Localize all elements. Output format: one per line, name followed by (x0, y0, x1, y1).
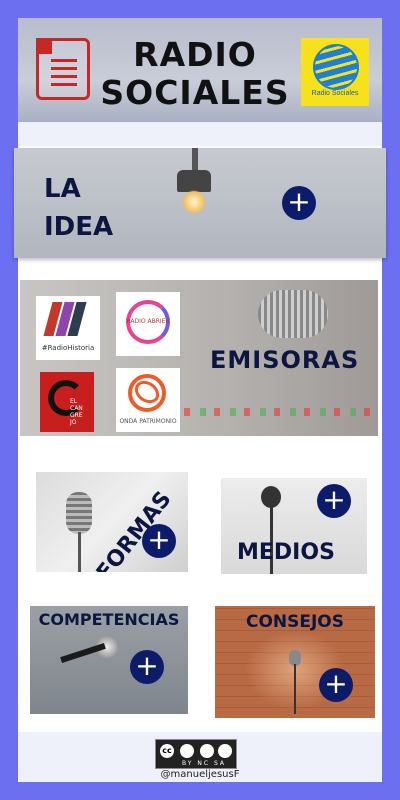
idea-expand-button[interactable]: + (282, 186, 316, 220)
consejos-expand-button[interactable]: + (319, 668, 353, 702)
page-title: RADIO SOCIALES (100, 35, 290, 112)
document-line (51, 83, 77, 86)
nc-icon (200, 744, 214, 758)
microphone-icon (258, 290, 328, 338)
sa-icon (218, 744, 232, 758)
footer: cc BY NC SA @manueljesusF (18, 732, 382, 782)
document-fold (36, 38, 52, 54)
competencias-label: COMPETENCIAS (38, 610, 180, 629)
lamp-cord (192, 148, 198, 172)
header: RADIO SOCIALES Radio Sociales (18, 18, 382, 122)
microphone-stand (78, 532, 81, 572)
document-line (51, 75, 77, 78)
consejos-label: CONSEJOS (245, 612, 345, 632)
vintage-microphone-icon (66, 492, 92, 534)
license-sa: SA (213, 760, 227, 767)
lamp-icon (177, 170, 211, 192)
by-icon (180, 744, 194, 758)
station-name: #RadioHistoria (41, 344, 95, 352)
license-labels: BY NC SA (182, 760, 226, 767)
formas-section[interactable]: FORMAS + (36, 472, 188, 572)
medios-label: MEDIOS (237, 540, 335, 565)
radio-sociales-logo[interactable]: Radio Sociales (301, 38, 369, 106)
station-name: ONDA PATRIMONIO (119, 418, 177, 425)
idea-section[interactable]: LA IDEA + (14, 148, 386, 258)
consejos-section[interactable]: CONSEJOS + (215, 606, 375, 718)
emisoras-section[interactable]: #RadioHistoria RADIO ABRIEB EL CAN GRE J… (20, 280, 378, 436)
document-line (51, 59, 77, 62)
author-handle[interactable]: @manueljesusF (18, 769, 382, 780)
logo-label: Radio Sociales (311, 90, 359, 97)
medios-expand-button[interactable]: + (317, 484, 351, 518)
station-radiohistoria[interactable]: #RadioHistoria (36, 296, 100, 360)
competencias-section[interactable]: COMPETENCIAS + (30, 606, 188, 714)
station-name: RADIO ABRIEB (126, 318, 170, 325)
station-onda-patrimonio[interactable]: ONDA PATRIMONIO (116, 368, 180, 432)
medios-section[interactable]: MEDIOS + (221, 478, 367, 574)
formas-expand-button[interactable]: + (142, 524, 176, 558)
competencias-expand-button[interactable]: + (130, 650, 164, 684)
header-divider (18, 122, 382, 146)
station-radio-abrieb[interactable]: RADIO ABRIEB (116, 292, 180, 356)
microphone-stand (294, 664, 296, 714)
document-icon[interactable] (36, 38, 90, 100)
globe-logo-icon (313, 44, 359, 90)
license-by: BY (182, 760, 194, 767)
idea-label: LA IDEA (44, 174, 114, 242)
mixer-lights (170, 408, 370, 416)
lightbulb-icon (182, 190, 206, 214)
emisoras-label: EMISORAS (210, 346, 360, 374)
cc-icon: cc (160, 744, 174, 758)
station-name: EL CAN GRE JO (70, 398, 83, 426)
infographic-card: RADIO SOCIALES Radio Sociales LA IDEA + … (14, 18, 386, 782)
station-el-cangrejo[interactable]: EL CAN GRE JO (40, 372, 94, 432)
document-line (51, 67, 77, 70)
license-nc: NC (197, 760, 211, 767)
creative-commons-badge[interactable]: cc BY NC SA (155, 739, 237, 769)
